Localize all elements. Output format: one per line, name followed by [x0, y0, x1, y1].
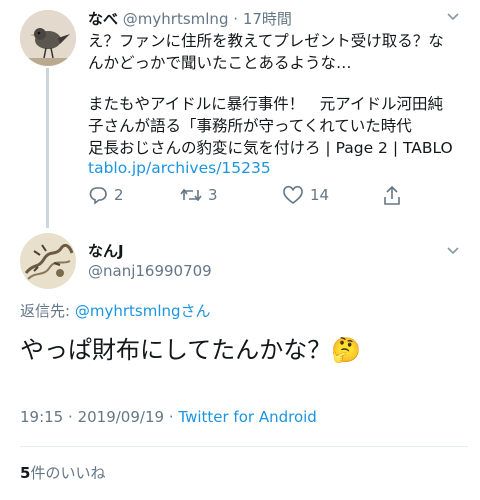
reply-to-handle[interactable]: @myhrtsmlngさん: [75, 302, 211, 320]
parent-tweet-text: え？ファンに住所を教えてプレゼント受け取る？な んかどっかで聞いたことあるような…: [88, 30, 468, 74]
heart-icon: [283, 185, 303, 204]
retweet-count: 3: [208, 186, 218, 204]
share-icon: [384, 185, 400, 205]
likes-summary[interactable]: 5件のいいね: [20, 462, 105, 483]
like-count: 14: [310, 186, 330, 204]
likes-label: 件のいいね: [30, 464, 106, 482]
separator: ·: [233, 10, 239, 28]
tweet-text: やっぱ財布にしてたんかな？🤔: [20, 330, 361, 365]
likes-count: 5: [20, 464, 31, 482]
share-button[interactable]: [382, 185, 402, 207]
thinking-face-emoji: 🤔: [331, 336, 362, 364]
parent-tweet-header: なべ @myhrtsmlng · 17時間: [88, 8, 292, 29]
tweet-source[interactable]: Twitter for Android: [178, 408, 316, 426]
tweet-body: やっぱ財布にしてたんかな？: [20, 336, 332, 364]
separator: ·: [68, 408, 73, 426]
reply-to: 返信先: @myhrtsmlngさん: [20, 300, 211, 321]
thread-line: [46, 68, 49, 228]
separator: ·: [168, 408, 174, 426]
reply-icon: [89, 187, 107, 205]
reply-button[interactable]: 2: [88, 185, 124, 205]
link-title-line: 足長おじさんの豹変に気を付けろ | Page 2 | TABLO: [88, 139, 453, 157]
author-handle[interactable]: @nanj16990709: [88, 262, 212, 280]
link-title-line: またもやアイドルに暴行事件！ 元アイドル河田純: [88, 95, 443, 113]
reply-count: 2: [114, 186, 124, 204]
tweet-time[interactable]: 17時間: [243, 10, 292, 28]
chevron-down-icon[interactable]: [446, 10, 460, 24]
tweet-time[interactable]: 19:15: [20, 408, 63, 426]
like-button[interactable]: 14: [282, 185, 329, 205]
reply-to-prefix: 返信先:: [20, 302, 71, 320]
bird-avatar-image: [20, 10, 76, 66]
text-line: んかどっかで聞いたことあるような…: [88, 54, 352, 72]
author-handle[interactable]: @myhrtsmlng: [123, 10, 229, 28]
retweet-icon: [180, 188, 202, 202]
tweet-date[interactable]: 2019/09/19: [78, 408, 164, 426]
author-name[interactable]: なべ: [88, 10, 118, 28]
retweet-button[interactable]: 3: [180, 185, 218, 205]
ink-painting-avatar-image: [20, 233, 76, 289]
tweet-meta: 19:15 · 2019/09/19 · Twitter for Android: [20, 408, 317, 426]
author-name[interactable]: なんJ: [88, 240, 124, 261]
tweet-link[interactable]: tablo.jp/archives/15235: [88, 159, 271, 177]
avatar[interactable]: [20, 10, 76, 66]
chevron-down-icon[interactable]: [446, 244, 460, 258]
avatar[interactable]: [20, 233, 76, 289]
link-title-line: 子さんが語る「事務所が守ってくれていた時代: [88, 117, 412, 135]
divider: [20, 446, 468, 447]
link-title: またもやアイドルに暴行事件！ 元アイドル河田純 子さんが語る「事務所が守ってくれ…: [88, 93, 473, 159]
text-line: え？ファンに住所を教えてプレゼント受け取る？な: [88, 32, 444, 50]
